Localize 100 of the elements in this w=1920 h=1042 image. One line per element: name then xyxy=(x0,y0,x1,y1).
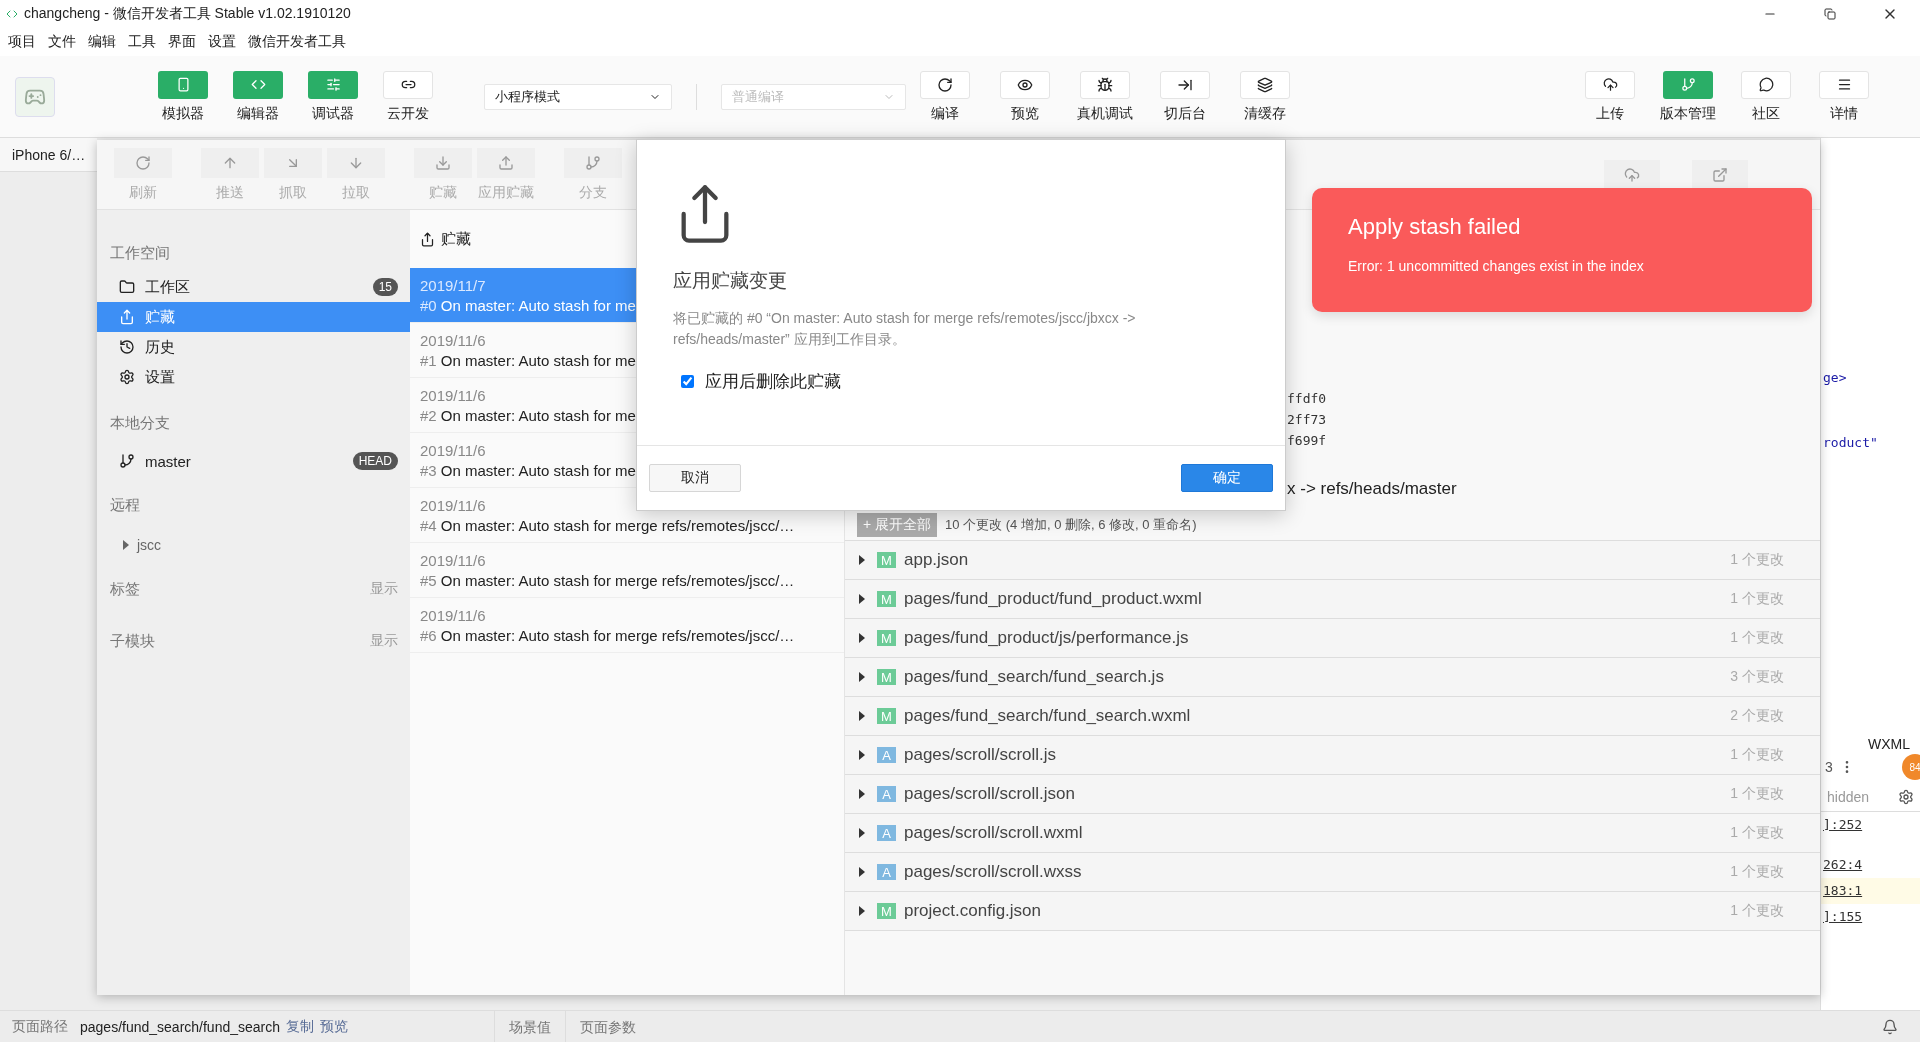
expand-icon xyxy=(859,594,865,604)
status-badge: A xyxy=(877,786,896,802)
avatar[interactable] xyxy=(15,76,55,117)
menu-item[interactable]: 文件 xyxy=(48,33,76,51)
status-badge: M xyxy=(877,630,896,646)
path-label: 页面路径 xyxy=(11,1017,69,1036)
toolbar-button[interactable]: 详情 xyxy=(1813,70,1875,123)
commit-hash: 2ff73 xyxy=(1287,411,1328,429)
view-toggle-button[interactable]: 模拟器 xyxy=(152,70,214,123)
toolbar-icon xyxy=(1097,76,1113,93)
confirm-button[interactable]: 确定 xyxy=(1181,464,1273,492)
status-badge: M xyxy=(877,708,896,724)
status-badge: A xyxy=(877,825,896,841)
commit-hash: ffdf0 xyxy=(1287,390,1328,408)
branch-icon xyxy=(119,453,135,469)
view-toggle-button[interactable]: 调试器 xyxy=(302,70,364,123)
source-link[interactable]: 183:1 xyxy=(1821,878,1920,904)
source-link[interactable]: ]:252 xyxy=(1821,812,1920,838)
status-badge: M xyxy=(877,552,896,568)
section-heading: 远程 xyxy=(109,495,141,515)
window-title: changcheng - 微信开发者工具 Stable v1.02.1910120 xyxy=(24,5,352,23)
toolbar-button[interactable]: 版本管理 xyxy=(1657,70,1719,123)
change-count: 1 个更改 xyxy=(1730,629,1784,647)
commit-hash: f699f xyxy=(1287,432,1328,450)
toolbar-icon xyxy=(1758,77,1774,92)
toolbar-button[interactable]: 社区 xyxy=(1735,70,1797,123)
change-count: 1 个更改 xyxy=(1730,746,1784,764)
file-path: pages/scroll/scroll.wxss xyxy=(904,862,1083,882)
list-title: 贮藏 xyxy=(441,229,471,249)
source-link[interactable]: 262:4 xyxy=(1821,852,1920,878)
change-count: 1 个更改 xyxy=(1730,551,1784,569)
change-count: 1 个更改 xyxy=(1730,785,1784,803)
view-toggle-button[interactable]: 云开发 xyxy=(377,70,439,123)
source-link[interactable]: ]:155 xyxy=(1821,904,1920,930)
menu-item[interactable]: 工具 xyxy=(128,33,156,51)
delete-stash-checkbox[interactable] xyxy=(681,375,694,388)
branch-item[interactable]: master HEAD xyxy=(97,446,410,476)
file-path: app.json xyxy=(904,550,970,570)
external-link-button[interactable] xyxy=(1692,159,1748,190)
code-fragment: ge> xyxy=(1822,370,1848,385)
bell-icon[interactable] xyxy=(1882,1018,1898,1035)
expand-icon xyxy=(859,789,865,799)
section-heading: 标签 xyxy=(110,579,140,599)
restore-icon xyxy=(1824,8,1836,20)
app-logo-icon xyxy=(6,8,18,20)
menu-item[interactable]: 微信开发者工具 xyxy=(248,33,346,51)
toolbar-button[interactable]: 真机调试 xyxy=(1074,70,1136,123)
view-icon xyxy=(250,77,266,92)
toolbar-icon xyxy=(1257,76,1273,93)
toolbar-icon xyxy=(1602,77,1618,92)
view-icon xyxy=(325,77,341,92)
expand-icon xyxy=(859,711,865,721)
expand-icon xyxy=(859,906,865,916)
expand-icon xyxy=(859,672,865,682)
menu-item[interactable]: 编辑 xyxy=(88,33,116,51)
cancel-button[interactable]: 取消 xyxy=(649,464,741,492)
view-icon xyxy=(175,77,191,92)
toolbar-button[interactable]: 预览 xyxy=(994,70,1056,123)
git-action-icon xyxy=(584,154,601,171)
toolbar-button[interactable]: 上传 xyxy=(1579,70,1641,123)
menu-item[interactable]: 界面 xyxy=(168,33,196,51)
expand-icon xyxy=(859,633,865,643)
stash-item[interactable]: 2019/11/6 #5 On master: Auto stash for merge refs/remotes/jscc/… xyxy=(410,543,844,598)
section-heading: 工作空间 xyxy=(109,243,171,263)
sidebar-item-icon xyxy=(119,309,135,325)
sidebar-item-icon xyxy=(119,279,135,295)
file-path: pages/fund_product/fund_product.wxml xyxy=(904,589,1203,609)
filter-text: hidden xyxy=(1827,788,1870,805)
caret-icon xyxy=(123,540,129,550)
change-count: 2 个更改 xyxy=(1730,707,1784,725)
toolbar-button[interactable]: 编译 xyxy=(914,70,976,123)
cloud-button[interactable] xyxy=(1604,159,1660,190)
view-toggle-button[interactable]: 编辑器 xyxy=(227,70,289,123)
code-fragment: roduct" xyxy=(1822,435,1879,450)
remote-item[interactable]: jscc xyxy=(97,530,410,560)
menu-item[interactable]: 设置 xyxy=(208,33,236,51)
file-path: pages/scroll/scroll.json xyxy=(904,784,1076,804)
status-badge: A xyxy=(877,864,896,880)
git-action-icon xyxy=(134,154,151,171)
sidebar-item-icon xyxy=(119,369,135,385)
stash-item[interactable]: 2019/11/6 #6 On master: Auto stash for merge refs/remotes/jscc/… xyxy=(410,598,844,653)
count-text: 3 xyxy=(1825,759,1833,775)
status-badge: M xyxy=(877,591,896,607)
status-link[interactable]: 复制 xyxy=(286,1017,315,1036)
sidebar-item[interactable]: 工作区 15 xyxy=(97,272,410,302)
mode-select[interactable]: 小程序模式 xyxy=(484,83,672,110)
wxml-tab[interactable]: WXML xyxy=(1868,736,1910,752)
toast-title: Apply stash failed xyxy=(1348,214,1522,240)
toolbar-button[interactable]: 切后台 xyxy=(1154,70,1216,123)
expand-icon xyxy=(859,555,865,565)
status-badge: M xyxy=(877,903,896,919)
menu-item[interactable]: 项目 xyxy=(8,33,36,51)
device-select[interactable]: iPhone 6/… xyxy=(0,138,97,172)
sidebar-item[interactable]: 设置 xyxy=(97,362,410,392)
settings-icon[interactable] xyxy=(1898,788,1914,805)
sidebar-item[interactable]: 历史 xyxy=(97,332,410,362)
status-link[interactable]: 预览 xyxy=(320,1017,349,1036)
toolbar-button[interactable]: 清缓存 xyxy=(1234,70,1296,123)
status-tab[interactable]: 页面参数 xyxy=(565,1010,651,1042)
status-tab[interactable]: 场景值 xyxy=(494,1010,566,1042)
